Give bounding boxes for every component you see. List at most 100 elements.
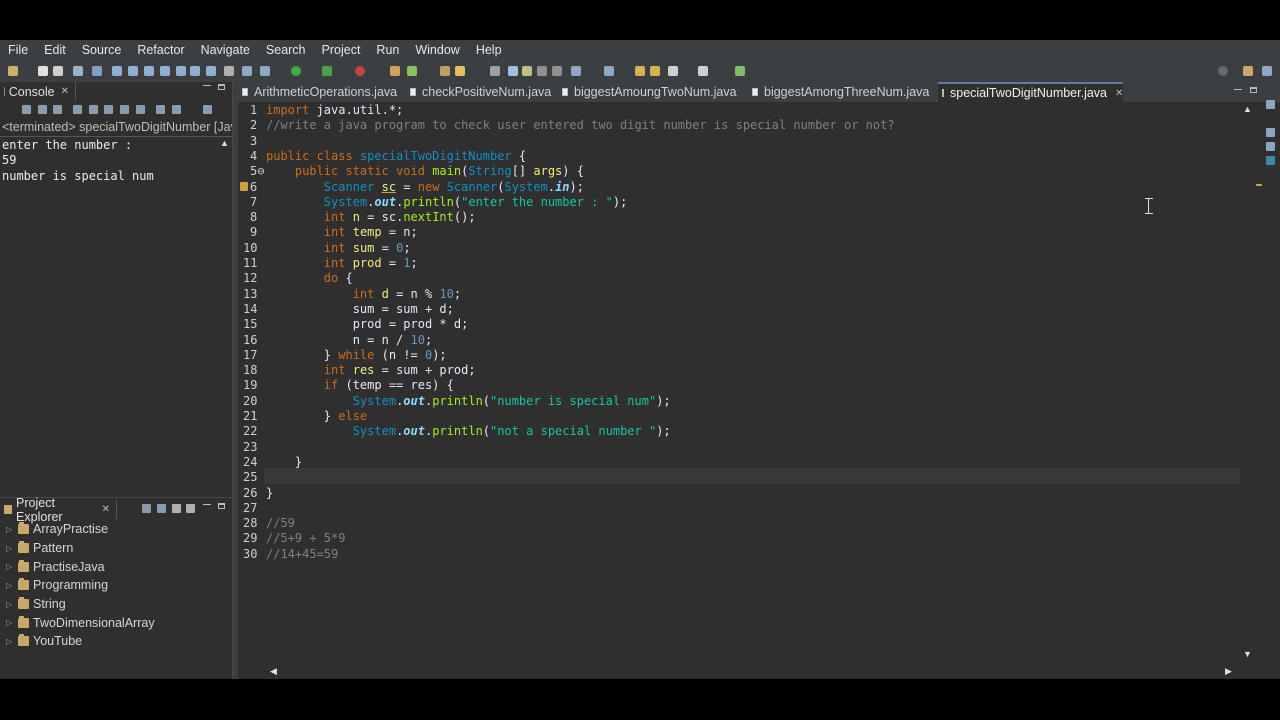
tree-item-practisejava[interactable]: ▷ PractiseJava [0, 557, 233, 576]
scroll-right-icon[interactable]: ▶ [1225, 666, 1232, 677]
console-vertical-scrollbar[interactable]: ▲ ▼ [217, 138, 231, 512]
maximize-icon[interactable] [218, 503, 225, 509]
pin-console-icon[interactable] [156, 105, 165, 114]
save-icon[interactable] [38, 66, 48, 76]
close-icon[interactable]: ✕ [61, 86, 69, 97]
new-class-icon[interactable] [440, 66, 450, 76]
back-icon[interactable] [650, 66, 660, 76]
menu-edit[interactable]: Edit [36, 40, 74, 60]
tree-item-youtube[interactable]: ▷ YouTube [0, 632, 233, 651]
terminate-console-icon[interactable] [22, 105, 31, 114]
link-with-editor-icon[interactable] [157, 504, 166, 513]
menu-navigate[interactable]: Navigate [193, 40, 258, 60]
terminate-icon[interactable] [144, 66, 154, 76]
last-edit-icon[interactable] [635, 66, 645, 76]
scroll-up-icon[interactable]: ▲ [220, 138, 229, 148]
minimize-icon[interactable] [1234, 89, 1242, 90]
menu-help[interactable]: Help [468, 40, 510, 60]
menu-run[interactable]: Run [368, 40, 407, 60]
show-on-output-icon[interactable] [120, 105, 129, 114]
open-type-icon[interactable] [455, 66, 465, 76]
menu-project[interactable]: Project [314, 40, 369, 60]
tab-special-two-digit-number[interactable]: specialTwoDigitNumber.java ✕ [938, 82, 1123, 102]
external-tools-icon[interactable] [355, 66, 365, 76]
whitespace-icon[interactable] [552, 66, 562, 76]
word-wrap-icon[interactable] [104, 105, 113, 114]
block-selection-icon[interactable] [537, 66, 547, 76]
editor-horizontal-scrollbar[interactable]: ◀ ▶ [264, 665, 1240, 679]
tab-check-positive-num[interactable]: checkPositiveNum.java [406, 82, 551, 102]
clear-console-icon[interactable] [73, 105, 82, 114]
view-menu-icon[interactable] [186, 504, 195, 513]
open-console-icon[interactable] [224, 66, 234, 76]
display-console-icon[interactable] [172, 105, 181, 114]
new-java-project-icon[interactable] [390, 66, 400, 76]
scroll-lock-icon[interactable] [89, 105, 98, 114]
java-perspective-icon[interactable] [1262, 66, 1272, 76]
close-icon[interactable]: ✕ [1115, 88, 1123, 99]
editor-vertical-scrollbar[interactable]: ▲ ▼ [1240, 102, 1254, 662]
step-over-icon[interactable] [176, 66, 186, 76]
menu-file[interactable]: File [0, 40, 36, 60]
tab-project-explorer[interactable]: Project Explorer ✕ [0, 496, 117, 524]
tab-console[interactable]: Console ✕ [0, 82, 76, 101]
code-area[interactable]: import java.util.*; //write a java progr… [266, 102, 1256, 662]
show-on-error-icon[interactable] [136, 105, 145, 114]
save-all-icon[interactable] [53, 66, 63, 76]
chevron-right-icon[interactable]: ▷ [6, 581, 18, 590]
package-icon[interactable] [242, 66, 252, 76]
problems-icon[interactable] [1266, 142, 1275, 151]
chevron-right-icon[interactable]: ▷ [6, 600, 18, 609]
debug-icon[interactable] [260, 66, 270, 76]
minimize-icon[interactable] [203, 504, 211, 505]
chevron-right-icon[interactable]: ▷ [6, 637, 18, 646]
scroll-up-icon[interactable]: ▲ [1243, 104, 1252, 114]
chevron-right-icon[interactable]: ▷ [6, 544, 18, 553]
back-arrow-icon[interactable] [668, 66, 678, 76]
filter-icon[interactable] [172, 504, 181, 513]
step-into-icon[interactable] [160, 66, 170, 76]
pin-editor-icon[interactable] [735, 66, 745, 76]
new-package-icon[interactable] [407, 66, 417, 76]
tab-biggest-among-three-num[interactable]: biggestAmongThreeNum.java [748, 82, 929, 102]
tree-item-arraypractise[interactable]: ▷ ArrayPractise [0, 520, 233, 539]
javadoc-icon[interactable] [1266, 156, 1275, 165]
overview-ruler-marker[interactable] [1256, 184, 1262, 186]
step-return-icon[interactable] [190, 66, 200, 76]
task-list-icon[interactable] [1266, 128, 1275, 137]
menu-search[interactable]: Search [258, 40, 314, 60]
run-icon[interactable] [291, 66, 301, 76]
annotation-icon[interactable] [522, 66, 532, 76]
skip-breakpoints-icon[interactable] [92, 66, 102, 76]
drop-to-frame-icon[interactable] [206, 66, 216, 76]
search-toolbar-icon[interactable] [490, 66, 500, 76]
maximize-icon[interactable] [218, 84, 225, 90]
menu-refactor[interactable]: Refactor [129, 40, 192, 60]
remove-all-icon[interactable] [53, 105, 62, 114]
maximize-icon[interactable] [1250, 87, 1257, 93]
tab-arithmetic-operations[interactable]: ArithmeticOperations.java [238, 82, 397, 102]
prev-annotation-icon[interactable] [604, 66, 614, 76]
coverage-icon[interactable] [322, 66, 332, 76]
tree-item-string[interactable]: ▷ String [0, 595, 233, 614]
remove-launch-icon[interactable] [38, 105, 47, 114]
menu-source[interactable]: Source [74, 40, 130, 60]
scroll-left-icon[interactable]: ◀ [270, 666, 277, 677]
scroll-down-icon[interactable]: ▼ [1243, 649, 1252, 659]
open-perspective-icon[interactable] [1243, 66, 1253, 76]
outline-icon[interactable] [1266, 100, 1275, 109]
chevron-right-icon[interactable]: ▷ [6, 618, 18, 627]
new-icon[interactable] [8, 66, 18, 76]
tab-biggest-amoung-two-num[interactable]: biggestAmoungTwoNum.java [558, 82, 737, 102]
console-output[interactable]: enter the number : 59 number is special … [2, 138, 214, 518]
resume-icon[interactable] [112, 66, 122, 76]
tree-item-programming[interactable]: ▷ Programming [0, 576, 233, 595]
menu-window[interactable]: Window [407, 40, 467, 60]
terminal-icon[interactable] [73, 66, 83, 76]
tree-item-twodimensionalarray[interactable]: ▷ TwoDimensionalArray [0, 613, 233, 632]
suspend-icon[interactable] [128, 66, 138, 76]
quick-access-search-icon[interactable] [1218, 66, 1228, 76]
chevron-right-icon[interactable]: ▷ [6, 525, 18, 534]
forward-arrow-icon[interactable] [698, 66, 708, 76]
open-console-menu-icon[interactable] [203, 105, 212, 114]
